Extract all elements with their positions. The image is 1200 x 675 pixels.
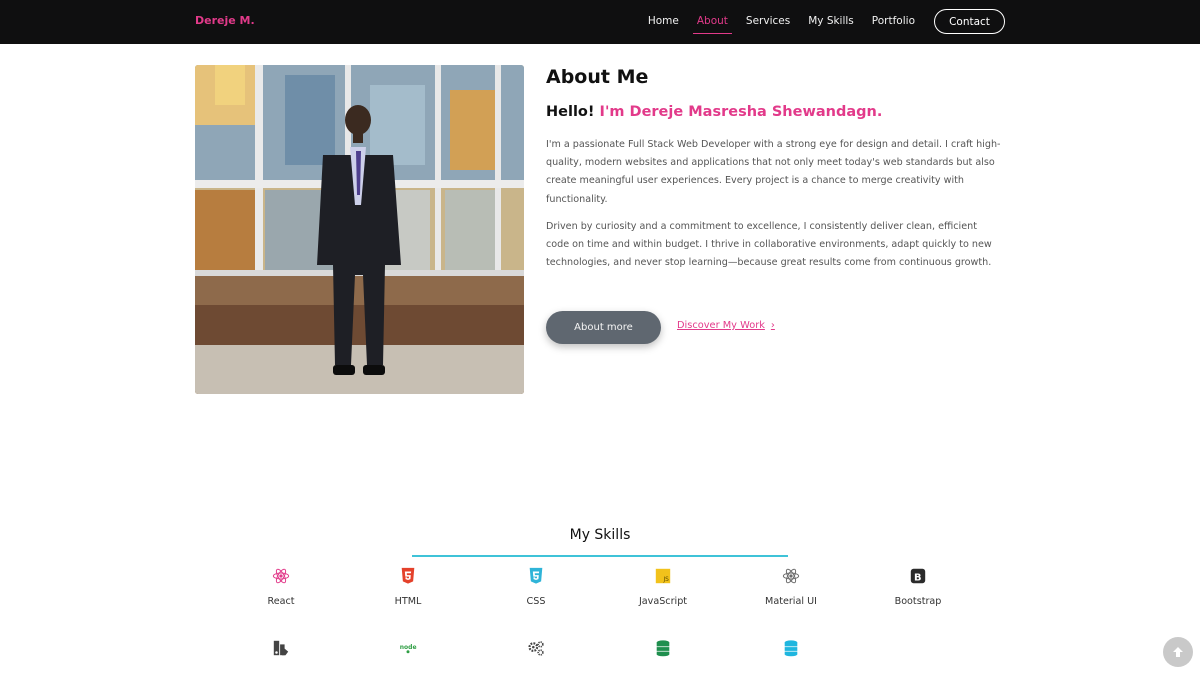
about-more-button[interactable]: About more: [546, 311, 661, 344]
sql-database-icon: [784, 640, 798, 657]
skills-heading: My Skills: [569, 527, 631, 543]
profile-photo: [195, 65, 524, 394]
skill-bootstrap: B Bootstrap: [858, 567, 978, 607]
top-navbar: Dereje M. Home About Services My Skills …: [0, 0, 1200, 44]
hello-prefix: Hello!: [546, 104, 595, 120]
discover-label: Discover My Work: [677, 320, 765, 331]
skill-javascript: JS JavaScript: [603, 567, 723, 607]
mongodb-database-icon: [656, 640, 670, 657]
bootstrap-icon: B: [910, 568, 926, 584]
html5-icon: [401, 567, 415, 584]
tailwind-icon: [273, 640, 289, 656]
skill-label: React: [267, 596, 295, 607]
javascript-icon: JS: [655, 568, 671, 584]
material-ui-icon: [782, 568, 800, 584]
skill-gears: [476, 639, 596, 657]
skill-label: JavaScript: [638, 596, 688, 607]
nav-link-home[interactable]: Home: [648, 0, 679, 44]
skill-label: HTML: [394, 596, 422, 607]
nodejs-icon: node: [400, 644, 417, 654]
hello-name: I'm Dereje Masresha Shewandagn.: [599, 104, 883, 120]
chevron-right-icon: ›: [770, 320, 775, 331]
skill-react: React: [221, 567, 341, 607]
nav-link-services[interactable]: Services: [746, 0, 790, 44]
svg-text:node: node: [400, 644, 417, 651]
about-paragraph-2: Driven by curiosity and a commitment to …: [546, 221, 992, 269]
nav-link-about[interactable]: About: [692, 0, 732, 44]
skill-material-ui: Material UI: [731, 567, 851, 607]
arrow-up-icon: [1173, 647, 1183, 657]
skill-label: Material UI: [765, 596, 817, 607]
react-icon: [272, 568, 290, 584]
scroll-to-top-button[interactable]: [1163, 637, 1193, 667]
gears-icon: [528, 641, 544, 656]
hello-heading: Hello! I'm Dereje Masresha Shewandagn.: [546, 104, 882, 120]
skill-html: HTML: [348, 567, 468, 607]
skill-mongodb: [603, 639, 723, 657]
discover-my-work-link[interactable]: Discover My Work ›: [677, 320, 775, 331]
svg-text:JS: JS: [662, 577, 669, 583]
skill-sql: [731, 639, 851, 657]
brand-logo[interactable]: Dereje M.: [195, 14, 255, 27]
skills-underline: [412, 555, 788, 557]
nav-link-portfolio[interactable]: Portfolio: [872, 0, 915, 44]
about-heading: About Me: [546, 66, 649, 88]
css3-icon: [529, 567, 543, 584]
skill-label: CSS: [526, 596, 546, 607]
skill-tailwind: [221, 639, 341, 657]
skill-nodejs: node: [348, 639, 468, 657]
svg-text:B: B: [914, 573, 922, 584]
about-paragraph-1: I'm a passionate Full Stack Web Develope…: [546, 139, 1001, 205]
contact-button[interactable]: Contact: [934, 9, 1005, 34]
nav-links: Home About Services My Skills Portfolio: [630, 0, 915, 44]
skill-label: Bootstrap: [894, 596, 942, 607]
nav-link-my-skills[interactable]: My Skills: [808, 0, 854, 44]
skill-css: CSS: [476, 567, 596, 607]
